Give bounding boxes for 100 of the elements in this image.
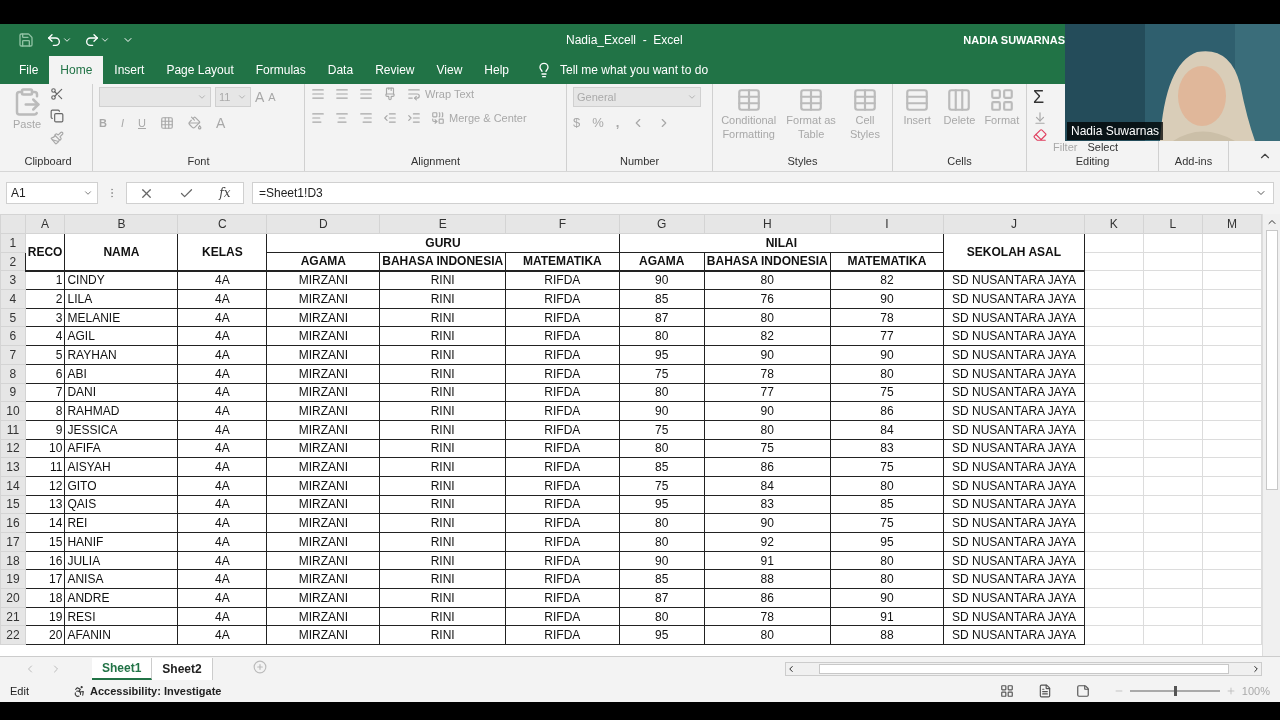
page-break-icon[interactable] (1075, 684, 1090, 698)
header-cell: BAHASA INDONESIA (379, 252, 506, 271)
redo-icon[interactable] (84, 32, 100, 48)
name-box[interactable]: A1 (6, 182, 98, 204)
merge-icon[interactable] (431, 111, 445, 125)
table-icon[interactable] (851, 87, 878, 113)
table-cell: RIFDA (505, 588, 620, 608)
zoom-in-icon[interactable] (1225, 686, 1236, 696)
rows-icon[interactable] (904, 87, 931, 113)
table-cell: MIRZANI (266, 513, 380, 533)
table-cell: RIFDA (505, 289, 620, 309)
table-cell: 90 (619, 270, 705, 290)
table-cell: MIRZANI (266, 495, 380, 514)
page-layout-icon[interactable] (1037, 684, 1052, 698)
table-icon[interactable] (735, 87, 762, 113)
table-cell: 75 (830, 457, 944, 477)
table-cell: 90 (830, 345, 944, 365)
column-header[interactable]: M (1202, 214, 1262, 234)
caret-icon[interactable] (197, 92, 207, 102)
table-cell: 80 (619, 439, 705, 458)
table-cell: MIRZANI (266, 345, 380, 365)
new-sheet-icon[interactable] (252, 659, 267, 674)
vertical-scrollbar[interactable] (1262, 214, 1280, 656)
ribbon-tab[interactable]: Insert (103, 56, 156, 84)
ribbon-tab[interactable]: Formulas (244, 56, 317, 84)
table-cell: AGIL (64, 326, 178, 346)
accessibility-status[interactable]: Accessibility: Investigate (89, 685, 222, 697)
column-header[interactable]: G (619, 214, 705, 234)
save-icon[interactable] (18, 32, 34, 48)
table-cell: 90 (619, 551, 705, 570)
table-cell: RINI (379, 383, 506, 402)
column-header[interactable]: K (1084, 214, 1144, 234)
table-cell: DANI (64, 383, 178, 402)
grid-icon[interactable] (988, 87, 1015, 113)
caret-icon[interactable] (62, 35, 72, 45)
header-cell: AGAMA (266, 252, 380, 271)
table-cell: 75 (619, 476, 705, 496)
column-header[interactable]: E (379, 214, 506, 234)
horizontal-scrollbar[interactable] (785, 661, 1262, 676)
column-header[interactable]: D (266, 214, 380, 234)
table-cell: 80 (619, 532, 705, 552)
table-icon[interactable] (798, 87, 825, 113)
header-cell: KELAS (177, 233, 267, 271)
table-cell: RINI (379, 270, 506, 290)
normal-view-icon[interactable] (999, 684, 1014, 698)
column-header[interactable]: A (25, 214, 65, 234)
sheet-tab[interactable]: Sheet1 (92, 657, 153, 680)
user-name: NADIA SUWARNAS (963, 34, 1065, 46)
wrap-text-icon[interactable] (407, 87, 421, 101)
ribbon-tab[interactable]: Data (316, 56, 365, 84)
undo-icon[interactable] (46, 32, 62, 48)
caret-icon[interactable] (100, 35, 110, 45)
table-cell: 86 (704, 588, 831, 608)
ribbon-tab[interactable]: Page Layout (155, 56, 245, 84)
ribbon-tab[interactable]: Help (473, 56, 520, 84)
ribbon-tab[interactable]: File (8, 56, 50, 84)
table-cell: 10 (25, 439, 65, 458)
column-header[interactable]: L (1143, 214, 1203, 234)
column-header[interactable]: J (943, 214, 1085, 234)
table-cell: MIRZANI (266, 439, 380, 458)
ribbon-tab[interactable]: View (425, 56, 474, 84)
ribbon-tab[interactable]: Review (364, 56, 426, 84)
scroll-right-icon[interactable] (1251, 663, 1261, 674)
table-cell: 80 (830, 476, 944, 496)
table-cell: 13 (25, 495, 65, 514)
table-cell: RIFDA (505, 513, 620, 533)
caret-icon[interactable] (237, 92, 247, 102)
slider-thumb[interactable] (1173, 686, 1177, 696)
table-cell: 88 (704, 569, 831, 589)
caret-icon[interactable] (687, 92, 697, 102)
table-cell: 80 (619, 513, 705, 533)
tell-me-search[interactable]: Tell me what you want to do (560, 63, 709, 77)
insert-function-button[interactable]: fx (219, 186, 231, 200)
scroll-left-icon[interactable] (786, 663, 796, 674)
table-cell: 95 (830, 532, 944, 552)
table-cell: RIFDA (505, 383, 620, 402)
formula-field[interactable]: =Sheet1!D3 (252, 182, 1274, 204)
column-header[interactable]: H (704, 214, 831, 234)
table-cell: RINI (379, 364, 506, 383)
table-cell: 75 (619, 364, 705, 383)
caret-icon[interactable] (83, 188, 93, 198)
table-cell: 4A (177, 401, 267, 421)
column-header[interactable]: F (505, 214, 620, 234)
sheet-tab[interactable]: Sheet2 (152, 657, 213, 680)
table-cell: SD NUSANTARA JAYA (943, 326, 1085, 346)
ribbon-tab[interactable]: Home (49, 56, 104, 84)
select-all-corner[interactable] (0, 214, 26, 234)
group-label: Clipboard (23, 154, 73, 169)
column-header[interactable]: B (64, 214, 178, 234)
column-header[interactable]: C (177, 214, 267, 234)
table-cell: 4A (177, 364, 267, 383)
columns-icon[interactable] (946, 87, 973, 113)
table-cell: SD NUSANTARA JAYA (943, 588, 1085, 608)
table-cell: RAHMAD (64, 401, 178, 421)
lightbulb-icon[interactable] (536, 62, 552, 78)
table-cell: 4A (177, 270, 267, 290)
table-cell: 90 (704, 513, 831, 533)
table-cell: 4A (177, 345, 267, 365)
column-header[interactable]: I (830, 214, 944, 234)
accessibility-icon[interactable] (72, 684, 86, 698)
